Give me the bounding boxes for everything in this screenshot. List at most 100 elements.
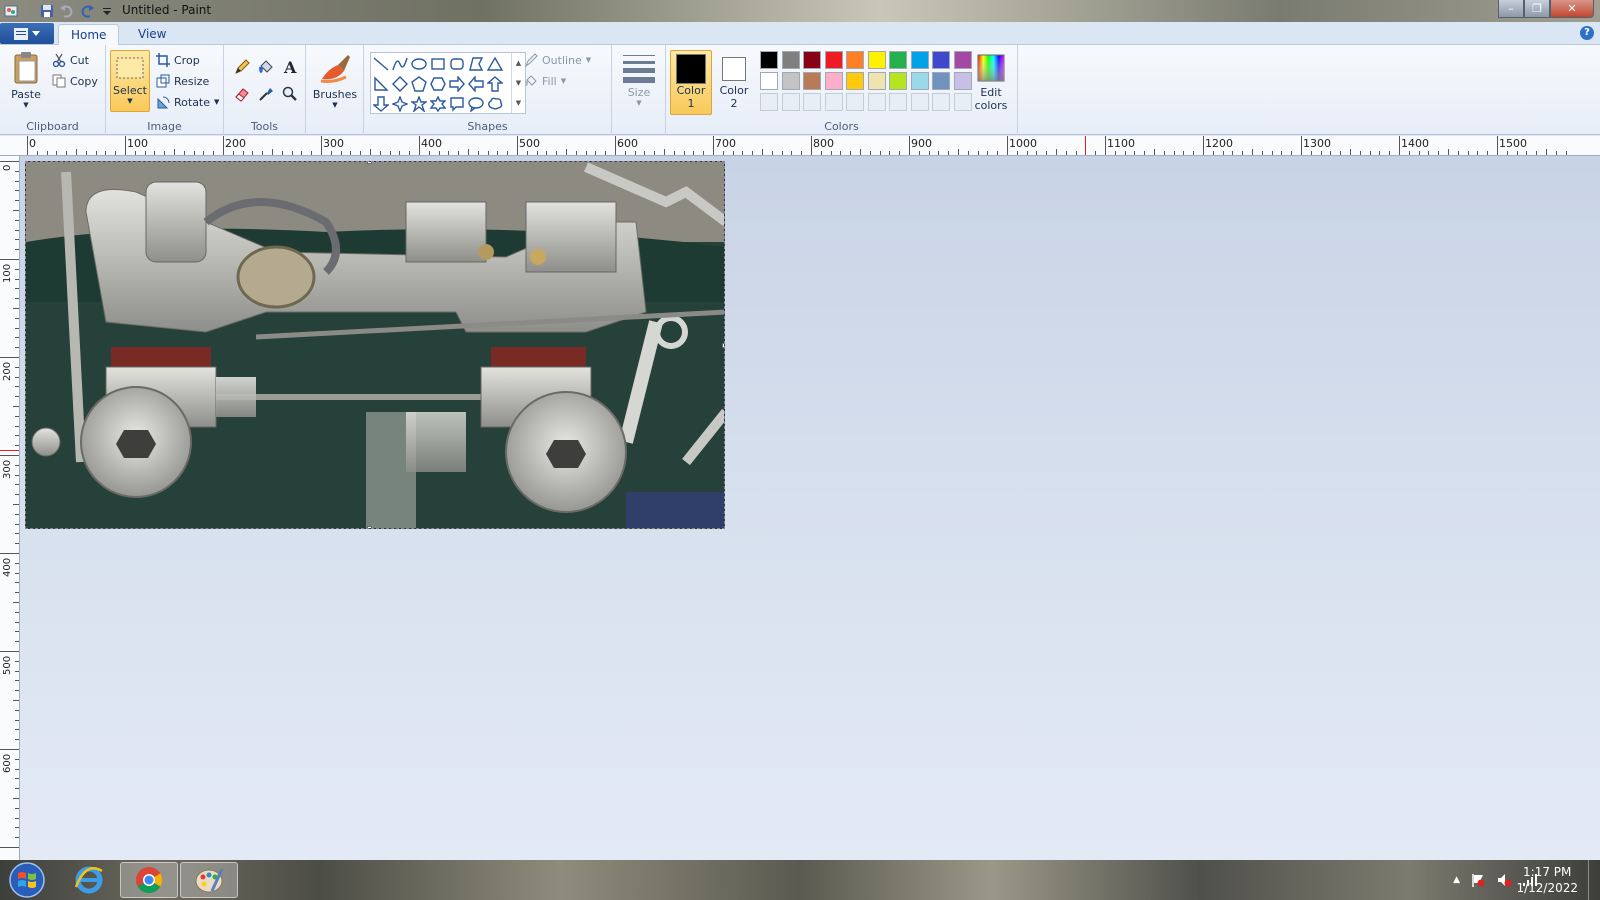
show-hidden-icons-arrow-icon[interactable]: ▲ <box>1453 875 1460 885</box>
right-triangle-shape-icon[interactable] <box>371 74 390 93</box>
palette-swatch[interactable] <box>910 51 929 69</box>
palette-swatch[interactable] <box>867 93 886 111</box>
palette-swatch[interactable] <box>932 72 950 90</box>
palette-swatch[interactable] <box>932 51 950 69</box>
palette-swatch[interactable] <box>846 93 864 111</box>
select-button[interactable]: Select ▼ <box>110 50 150 112</box>
six-point-star-shape-icon[interactable] <box>428 94 447 113</box>
taskbar-clock[interactable]: 1:17 PM 1/12/2022 <box>1516 864 1578 896</box>
paint-taskbar-button[interactable] <box>180 862 238 898</box>
curve-shape-icon[interactable] <box>390 54 409 73</box>
triangle-shape-icon[interactable] <box>485 54 504 73</box>
action-center-flag-icon[interactable] <box>1470 872 1486 888</box>
customize-arrow-icon[interactable] <box>98 2 116 20</box>
crop-button[interactable]: Crop <box>156 53 200 67</box>
palette-swatch[interactable] <box>889 51 907 69</box>
palette-swatch[interactable] <box>932 93 950 111</box>
internet-explorer-taskbar-button[interactable] <box>60 862 118 898</box>
tab-home[interactable]: Home <box>58 24 120 46</box>
rotate-button[interactable]: Rotate ▼ <box>156 95 219 109</box>
four-point-star-shape-icon[interactable] <box>390 94 409 113</box>
palette-swatch[interactable] <box>760 93 778 111</box>
shapes-scrollbar[interactable]: ▲ ▼ ▼ <box>511 53 525 113</box>
outline-button[interactable]: Outline ▼ <box>524 53 591 67</box>
maximize-button[interactable]: ❐ <box>1524 0 1550 18</box>
redo-icon[interactable] <box>78 2 96 20</box>
palette-swatch[interactable] <box>824 72 843 90</box>
eraser-icon[interactable] <box>232 84 252 104</box>
minimize-button[interactable]: – <box>1498 0 1524 18</box>
fill-button[interactable]: Fill ▼ <box>524 74 566 88</box>
fill-bucket-icon[interactable] <box>256 57 276 77</box>
paint-app-icon[interactable] <box>2 2 20 20</box>
edit-colors-button[interactable]: Edit colors <box>970 53 1012 112</box>
palette-swatch[interactable] <box>760 51 778 69</box>
close-button[interactable]: ✕ <box>1550 0 1594 18</box>
pencil-icon[interactable] <box>232 57 252 77</box>
palette-swatch[interactable] <box>953 72 972 90</box>
paint-menu-button[interactable] <box>0 23 54 44</box>
up-arrow-shape-icon[interactable] <box>485 74 504 93</box>
palette-swatch[interactable] <box>760 72 778 90</box>
help-icon[interactable]: ? <box>1580 26 1594 40</box>
palette-swatch[interactable] <box>846 72 864 90</box>
palette-swatch[interactable] <box>953 93 972 111</box>
color1-button[interactable]: Color 1 <box>670 50 712 115</box>
color-picker-icon[interactable] <box>256 84 276 104</box>
size-button[interactable]: Size ▼ <box>618 53 660 107</box>
resize-handle-right[interactable] <box>722 343 724 348</box>
palette-swatch[interactable] <box>846 51 864 69</box>
palette-swatch[interactable] <box>803 72 821 90</box>
rounded-rectangle-shape-icon[interactable] <box>447 54 466 73</box>
resize-handle-top[interactable] <box>367 162 372 164</box>
tab-view[interactable]: View <box>126 24 178 46</box>
diamond-shape-icon[interactable] <box>390 74 409 93</box>
show-desktop-button[interactable] <box>1588 860 1600 900</box>
palette-swatch[interactable] <box>867 51 886 69</box>
copy-button[interactable]: Copy <box>52 74 98 88</box>
windows-start-button[interactable] <box>2 862 52 898</box>
palette-swatch[interactable] <box>910 72 929 90</box>
magnifier-icon[interactable] <box>280 84 300 104</box>
down-arrow-shape-icon[interactable] <box>371 94 390 113</box>
rounded-callout-shape-icon[interactable] <box>447 94 466 113</box>
resize-button[interactable]: Resize <box>156 74 209 88</box>
oval-callout-shape-icon[interactable] <box>466 94 485 113</box>
image-canvas[interactable] <box>25 161 725 529</box>
palette-swatch[interactable] <box>867 72 886 90</box>
save-icon[interactable] <box>38 2 56 20</box>
ruler-tick <box>15 298 19 300</box>
palette-swatch[interactable] <box>910 93 929 111</box>
canvas-workspace[interactable] <box>20 156 1600 860</box>
paste-button[interactable]: Paste ▼ <box>6 51 46 109</box>
left-arrow-shape-icon[interactable] <box>466 74 485 93</box>
ruler-tick <box>468 149 469 155</box>
pentagon-shape-icon[interactable] <box>409 74 428 93</box>
resize-handle-bottom[interactable] <box>367 526 372 528</box>
palette-swatch[interactable] <box>803 93 821 111</box>
chrome-taskbar-button[interactable] <box>120 862 178 898</box>
polygon-shape-icon[interactable] <box>466 54 485 73</box>
palette-swatch[interactable] <box>781 51 800 69</box>
hexagon-shape-icon[interactable] <box>428 74 447 93</box>
palette-swatch[interactable] <box>889 72 907 90</box>
oval-shape-icon[interactable] <box>409 54 428 73</box>
cloud-callout-shape-icon[interactable] <box>485 94 504 113</box>
color2-button[interactable]: Color 2 <box>714 53 754 110</box>
line-shape-icon[interactable] <box>371 54 390 73</box>
rectangle-shape-icon[interactable] <box>428 54 447 73</box>
palette-swatch[interactable] <box>781 72 800 90</box>
palette-swatch[interactable] <box>953 51 972 69</box>
palette-swatch[interactable] <box>803 51 821 69</box>
palette-swatch[interactable] <box>824 51 843 69</box>
brushes-button[interactable]: Brushes ▼ <box>310 51 360 109</box>
palette-swatch[interactable] <box>889 93 907 111</box>
text-tool-icon[interactable]: A <box>280 57 300 77</box>
five-point-star-shape-icon[interactable] <box>409 94 428 113</box>
cut-button[interactable]: Cut <box>52 53 89 67</box>
volume-muted-icon[interactable] <box>1496 872 1512 888</box>
palette-swatch[interactable] <box>824 93 843 111</box>
right-arrow-shape-icon[interactable] <box>447 74 466 93</box>
palette-swatch[interactable] <box>781 93 800 111</box>
undo-icon[interactable] <box>58 2 76 20</box>
